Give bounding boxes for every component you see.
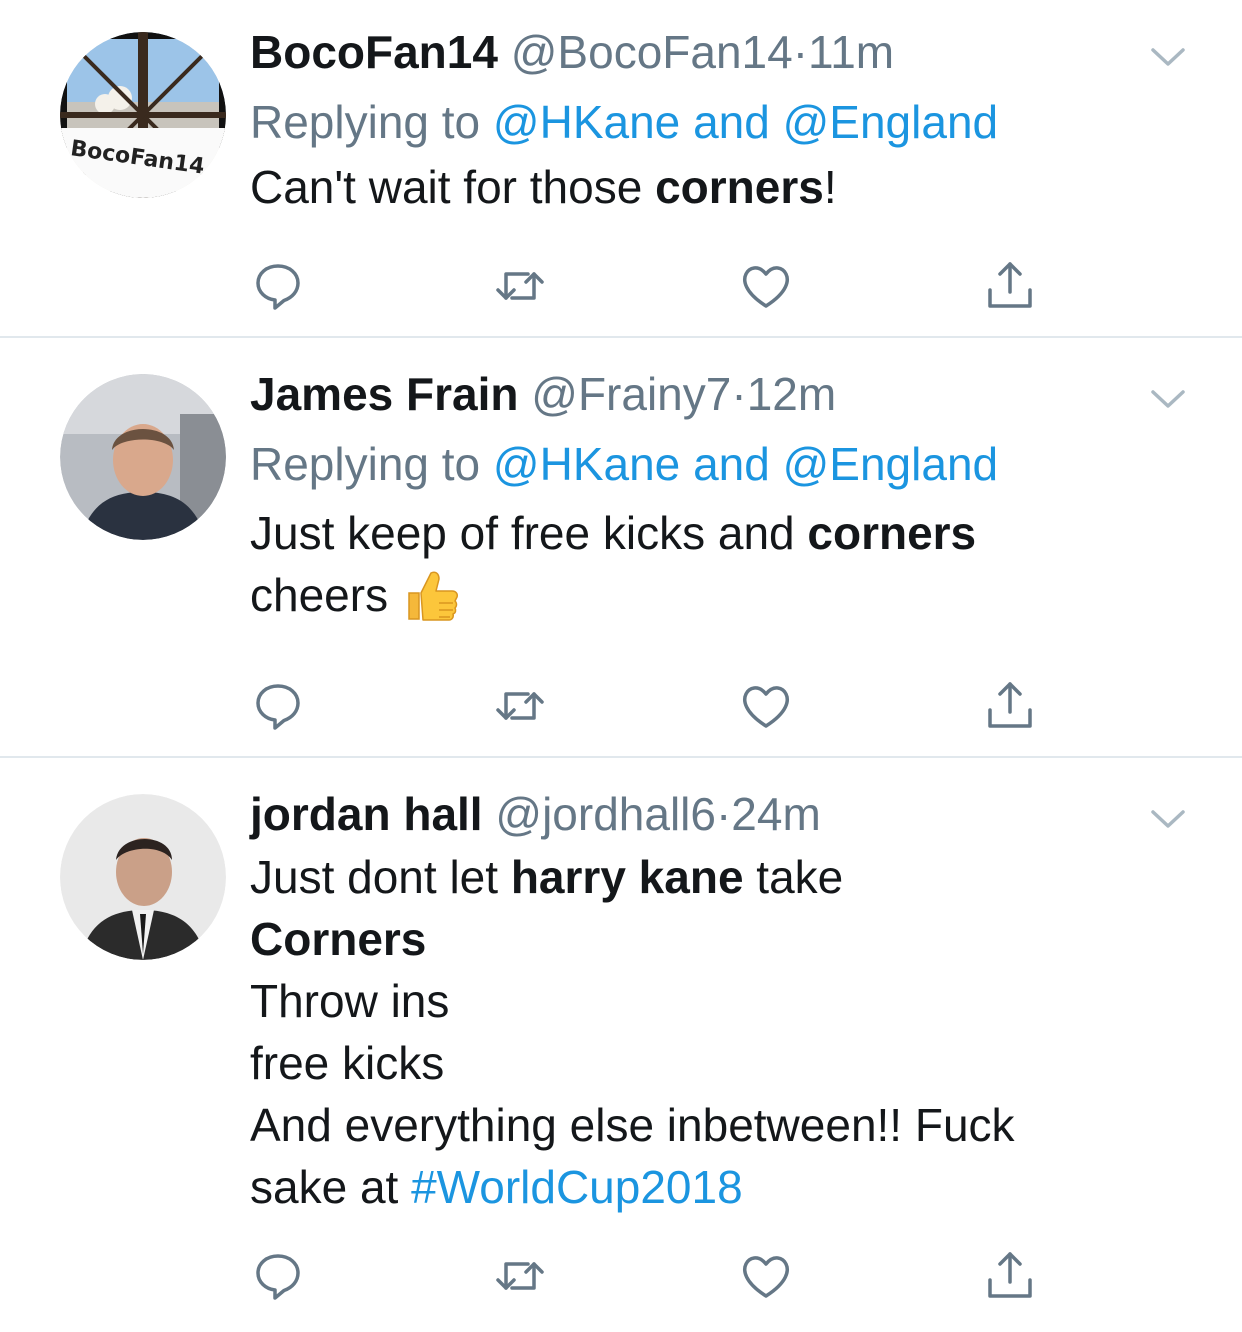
avatar[interactable]	[60, 374, 226, 540]
retweet-icon[interactable]	[492, 1248, 548, 1304]
avatar[interactable]	[60, 794, 226, 960]
reply-icon[interactable]	[250, 1248, 306, 1304]
chevron-down-icon[interactable]	[1148, 384, 1188, 414]
replying-to: Replying to @HKane and @England	[250, 434, 1182, 494]
replying-and[interactable]: and	[693, 96, 770, 148]
tweet[interactable]: James Frain @Frainy7·12m Replying to @HK…	[0, 340, 1242, 758]
share-icon[interactable]	[982, 258, 1038, 314]
user-handle[interactable]: @jordhall6	[495, 788, 716, 840]
retweet-icon[interactable]	[492, 678, 548, 734]
user-handle[interactable]: @Frainy7	[531, 368, 731, 420]
mention-link[interactable]: @HKane	[493, 438, 680, 490]
hashtag-link[interactable]: #WorldCup2018	[411, 1161, 743, 1213]
tweet-text: Just keep of free kicks and corners chee…	[250, 502, 1182, 626]
like-icon[interactable]	[738, 258, 794, 314]
timestamp[interactable]: 12m	[747, 368, 836, 420]
tweet-text: Can't wait for those corners!	[250, 161, 837, 213]
share-icon[interactable]	[982, 678, 1038, 734]
retweet-icon[interactable]	[492, 258, 548, 314]
like-icon[interactable]	[738, 1248, 794, 1304]
chevron-down-icon[interactable]	[1148, 42, 1188, 72]
replying-and[interactable]: and	[693, 438, 770, 490]
timestamp[interactable]: 24m	[731, 788, 820, 840]
reply-icon[interactable]	[250, 678, 306, 734]
replying-to: Replying to @HKane and @England	[250, 92, 1182, 152]
separator-dot: ·	[731, 368, 747, 420]
chevron-down-icon[interactable]	[1148, 804, 1188, 834]
separator-dot: ·	[792, 26, 809, 78]
replying-to-prefix: Replying to	[250, 438, 481, 490]
thumbs-up-emoji	[401, 565, 461, 625]
tweet-text: Just dont let harry kane take Corners Th…	[250, 851, 1015, 1213]
display-name[interactable]: jordan hall	[250, 788, 483, 840]
mention-link[interactable]: @England	[783, 96, 999, 148]
tweet[interactable]: BocoFan14 BocoFan14 @BocoFan14·11m Reply…	[0, 0, 1242, 338]
avatar[interactable]: BocoFan14	[60, 32, 226, 198]
separator-dot: ·	[715, 788, 732, 840]
display-name[interactable]: James Frain	[250, 368, 518, 420]
mention-link[interactable]: @England	[783, 438, 999, 490]
display-name[interactable]: BocoFan14	[250, 26, 498, 78]
mention-link[interactable]: @HKane	[493, 96, 680, 148]
user-handle[interactable]: @BocoFan14	[511, 26, 793, 78]
timestamp[interactable]: 11m	[808, 26, 894, 78]
replying-to-prefix: Replying to	[250, 96, 481, 148]
reply-icon[interactable]	[250, 258, 306, 314]
tweet[interactable]: jordan hall @jordhall6·24m Just dont let…	[0, 760, 1242, 1332]
like-icon[interactable]	[738, 678, 794, 734]
share-icon[interactable]	[982, 1248, 1038, 1304]
